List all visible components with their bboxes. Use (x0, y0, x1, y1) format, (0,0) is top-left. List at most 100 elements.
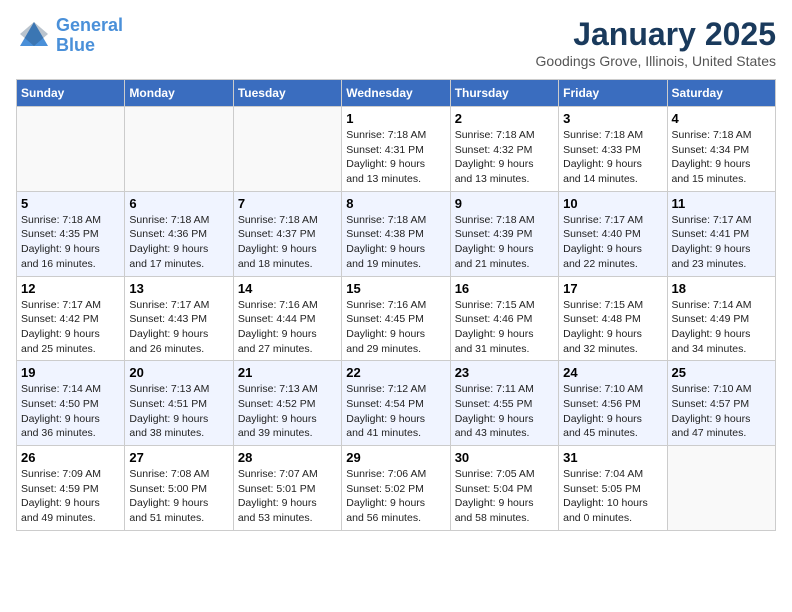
day-number: 29 (346, 450, 445, 465)
day-number: 12 (21, 281, 120, 296)
day-info: Sunrise: 7:14 AM Sunset: 4:49 PM Dayligh… (672, 298, 771, 357)
calendar-cell: 12 Sunrise: 7:17 AM Sunset: 4:42 PM Dayli… (17, 276, 125, 361)
weekday-header-saturday: Saturday (667, 80, 775, 107)
calendar-cell: 30 Sunrise: 7:05 AM Sunset: 5:04 PM Dayli… (450, 446, 558, 531)
calendar-cell: 19Sunrise: 7:14 AM Sunset: 4:50 PM Dayli… (17, 361, 125, 446)
day-info: Sunrise: 7:18 AM Sunset: 4:36 PM Dayligh… (129, 213, 228, 272)
weekday-header-friday: Friday (559, 80, 667, 107)
day-info: Sunrise: 7:12 AM Sunset: 4:54 PM Dayligh… (346, 382, 445, 441)
day-info: Sunrise: 7:17 AM Sunset: 4:42 PM Dayligh… (21, 298, 120, 357)
calendar-header: SundayMondayTuesdayWednesdayThursdayFrid… (17, 80, 776, 107)
day-number: 10 (563, 196, 662, 211)
day-number: 1 (346, 111, 445, 126)
day-number: 15 (346, 281, 445, 296)
title-area: January 2025 Goodings Grove, Illinois, U… (536, 16, 776, 69)
day-info: Sunrise: 7:08 AM Sunset: 5:00 PM Dayligh… (129, 467, 228, 526)
day-info: Sunrise: 7:11 AM Sunset: 4:55 PM Dayligh… (455, 382, 554, 441)
calendar-cell: 1 Sunrise: 7:18 AM Sunset: 4:31 PM Daylig… (342, 107, 450, 192)
weekday-header-sunday: Sunday (17, 80, 125, 107)
calendar-cell: 18 Sunrise: 7:14 AM Sunset: 4:49 PM Dayli… (667, 276, 775, 361)
day-info: Sunrise: 7:13 AM Sunset: 4:52 PM Dayligh… (238, 382, 337, 441)
day-number: 20 (129, 365, 228, 380)
weekday-header-thursday: Thursday (450, 80, 558, 107)
day-info: Sunrise: 7:18 AM Sunset: 4:39 PM Dayligh… (455, 213, 554, 272)
calendar-week-row: 1 Sunrise: 7:18 AM Sunset: 4:31 PM Daylig… (17, 107, 776, 192)
calendar-cell: 6 Sunrise: 7:18 AM Sunset: 4:36 PM Daylig… (125, 191, 233, 276)
calendar-table: SundayMondayTuesdayWednesdayThursdayFrid… (16, 79, 776, 531)
day-info: Sunrise: 7:18 AM Sunset: 4:37 PM Dayligh… (238, 213, 337, 272)
day-number: 18 (672, 281, 771, 296)
day-number: 4 (672, 111, 771, 126)
calendar-cell (667, 446, 775, 531)
calendar-cell (17, 107, 125, 192)
day-number: 8 (346, 196, 445, 211)
calendar-cell: 14Sunrise: 7:16 AM Sunset: 4:44 PM Dayli… (233, 276, 341, 361)
calendar-cell: 22 Sunrise: 7:12 AM Sunset: 4:54 PM Dayli… (342, 361, 450, 446)
calendar-cell: 23 Sunrise: 7:11 AM Sunset: 4:55 PM Dayli… (450, 361, 558, 446)
day-number: 6 (129, 196, 228, 211)
day-number: 19 (21, 365, 120, 380)
calendar-body: 1 Sunrise: 7:18 AM Sunset: 4:31 PM Daylig… (17, 107, 776, 531)
day-number: 27 (129, 450, 228, 465)
weekday-header-tuesday: Tuesday (233, 80, 341, 107)
calendar-cell: 17 Sunrise: 7:15 AM Sunset: 4:48 PM Dayli… (559, 276, 667, 361)
day-number: 13 (129, 281, 228, 296)
logo-line1: General (56, 15, 123, 35)
calendar-cell: 7 Sunrise: 7:18 AM Sunset: 4:37 PM Daylig… (233, 191, 341, 276)
day-number: 23 (455, 365, 554, 380)
calendar-cell: 10 Sunrise: 7:17 AM Sunset: 4:40 PM Dayli… (559, 191, 667, 276)
calendar-cell: 24 Sunrise: 7:10 AM Sunset: 4:56 PM Dayli… (559, 361, 667, 446)
calendar-cell: 8 Sunrise: 7:18 AM Sunset: 4:38 PM Daylig… (342, 191, 450, 276)
day-info: Sunrise: 7:13 AM Sunset: 4:51 PM Dayligh… (129, 382, 228, 441)
calendar-week-row: 5 Sunrise: 7:18 AM Sunset: 4:35 PM Daylig… (17, 191, 776, 276)
day-info: Sunrise: 7:05 AM Sunset: 5:04 PM Dayligh… (455, 467, 554, 526)
day-info: Sunrise: 7:18 AM Sunset: 4:38 PM Dayligh… (346, 213, 445, 272)
calendar-cell: 16Sunrise: 7:15 AM Sunset: 4:46 PM Dayli… (450, 276, 558, 361)
day-number: 30 (455, 450, 554, 465)
day-info: Sunrise: 7:09 AM Sunset: 4:59 PM Dayligh… (21, 467, 120, 526)
day-info: Sunrise: 7:10 AM Sunset: 4:56 PM Dayligh… (563, 382, 662, 441)
calendar-cell: 4Sunrise: 7:18 AM Sunset: 4:34 PM Daylig… (667, 107, 775, 192)
calendar-cell: 27 Sunrise: 7:08 AM Sunset: 5:00 PM Dayli… (125, 446, 233, 531)
calendar-cell: 28Sunrise: 7:07 AM Sunset: 5:01 PM Dayli… (233, 446, 341, 531)
calendar-week-row: 26 Sunrise: 7:09 AM Sunset: 4:59 PM Dayli… (17, 446, 776, 531)
day-info: Sunrise: 7:07 AM Sunset: 5:01 PM Dayligh… (238, 467, 337, 526)
logo: General Blue (16, 16, 123, 56)
header: General Blue January 2025 Goodings Grove… (16, 16, 776, 69)
day-number: 21 (238, 365, 337, 380)
location-title: Goodings Grove, Illinois, United States (536, 53, 776, 69)
calendar-cell (125, 107, 233, 192)
calendar-cell: 11Sunrise: 7:17 AM Sunset: 4:41 PM Dayli… (667, 191, 775, 276)
day-number: 17 (563, 281, 662, 296)
weekday-header-row: SundayMondayTuesdayWednesdayThursdayFrid… (17, 80, 776, 107)
day-info: Sunrise: 7:17 AM Sunset: 4:40 PM Dayligh… (563, 213, 662, 272)
day-number: 31 (563, 450, 662, 465)
calendar-cell: 25Sunrise: 7:10 AM Sunset: 4:57 PM Dayli… (667, 361, 775, 446)
day-number: 26 (21, 450, 120, 465)
day-number: 24 (563, 365, 662, 380)
day-info: Sunrise: 7:04 AM Sunset: 5:05 PM Dayligh… (563, 467, 662, 526)
calendar-cell: 29 Sunrise: 7:06 AM Sunset: 5:02 PM Dayli… (342, 446, 450, 531)
day-info: Sunrise: 7:06 AM Sunset: 5:02 PM Dayligh… (346, 467, 445, 526)
day-info: Sunrise: 7:18 AM Sunset: 4:31 PM Dayligh… (346, 128, 445, 187)
day-number: 22 (346, 365, 445, 380)
weekday-header-monday: Monday (125, 80, 233, 107)
day-number: 3 (563, 111, 662, 126)
calendar-cell: 5 Sunrise: 7:18 AM Sunset: 4:35 PM Daylig… (17, 191, 125, 276)
day-number: 5 (21, 196, 120, 211)
day-info: Sunrise: 7:18 AM Sunset: 4:33 PM Dayligh… (563, 128, 662, 187)
calendar-cell: 3 Sunrise: 7:18 AM Sunset: 4:33 PM Daylig… (559, 107, 667, 192)
calendar-cell: 2Sunrise: 7:18 AM Sunset: 4:32 PM Daylig… (450, 107, 558, 192)
calendar-cell: 15Sunrise: 7:16 AM Sunset: 4:45 PM Dayli… (342, 276, 450, 361)
calendar-cell: 21 Sunrise: 7:13 AM Sunset: 4:52 PM Dayli… (233, 361, 341, 446)
day-number: 7 (238, 196, 337, 211)
day-number: 16 (455, 281, 554, 296)
day-info: Sunrise: 7:15 AM Sunset: 4:48 PM Dayligh… (563, 298, 662, 357)
day-number: 25 (672, 365, 771, 380)
day-number: 14 (238, 281, 337, 296)
calendar-cell (233, 107, 341, 192)
day-info: Sunrise: 7:17 AM Sunset: 4:41 PM Dayligh… (672, 213, 771, 272)
day-info: Sunrise: 7:18 AM Sunset: 4:35 PM Dayligh… (21, 213, 120, 272)
calendar-cell: 31 Sunrise: 7:04 AM Sunset: 5:05 PM Dayli… (559, 446, 667, 531)
calendar-week-row: 19Sunrise: 7:14 AM Sunset: 4:50 PM Dayli… (17, 361, 776, 446)
